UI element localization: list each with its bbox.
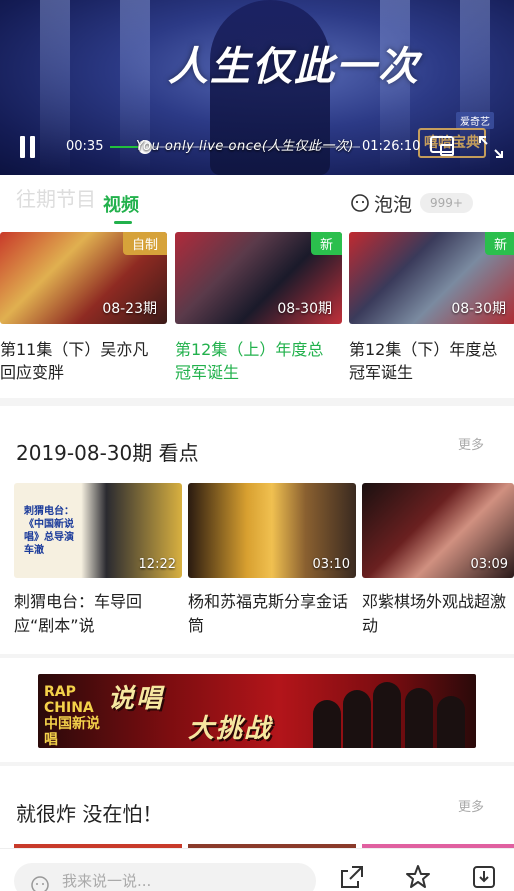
- more-link[interactable]: 更多: [458, 796, 484, 815]
- episode-tag: 新: [310, 232, 342, 255]
- section-divider: [0, 654, 514, 658]
- bottom-action-bar: [0, 848, 514, 891]
- current-time: 00:35: [66, 139, 104, 154]
- episode-tag: 自制: [122, 232, 167, 255]
- comment-input[interactable]: [14, 863, 316, 891]
- faded-header: 往期节目: [16, 187, 96, 211]
- clip-duration: 12:22: [138, 557, 176, 572]
- clip-duration: 03:09: [470, 557, 508, 572]
- episode-date: 08-30期: [451, 301, 506, 317]
- episode-title: 第12集（下）年度总冠军诞生: [349, 340, 498, 382]
- platform-badge: 爱奇艺: [456, 112, 494, 129]
- video-player[interactable]: 人生仅此一次 爱奇艺 嘻哈宝典 00:35 You only live once…: [0, 0, 514, 175]
- fullscreen-icon[interactable]: [476, 133, 506, 161]
- download-icon[interactable]: [470, 863, 498, 891]
- episode-thumbnail: 新 08-30期: [175, 232, 342, 324]
- total-time: 01:26:10: [362, 139, 421, 154]
- promo-banner[interactable]: RAP CHINA 中国新说唱 说唱 大挑战: [38, 674, 476, 748]
- smiley-icon: [351, 194, 369, 212]
- bubble-count-badge: 999+: [420, 193, 473, 213]
- section-divider: [0, 762, 514, 766]
- clip-title: 刺猬电台：车导回应“剧本”说: [14, 592, 143, 635]
- star-icon[interactable]: [404, 863, 432, 891]
- clip-card[interactable]: 03:09 邓紫棋场外观战超激动: [362, 483, 514, 638]
- video-title-art: 人生仅此一次: [168, 43, 420, 90]
- episode-date: 08-30期: [277, 301, 332, 317]
- section-divider: [0, 398, 514, 406]
- clip-title: 邓紫棋场外观战超激动: [362, 592, 507, 635]
- episode-card[interactable]: 新 08-30期 第12集（下）年度总冠军诞生: [349, 232, 514, 384]
- episode-thumbnail: 自制 08-23期: [0, 232, 167, 324]
- episode-card[interactable]: 新 08-30期 第12集（上）年度总冠军诞生: [175, 232, 342, 384]
- episode-date: 08-23期: [102, 301, 157, 317]
- clip-duration: 03:10: [312, 557, 350, 572]
- clip-thumbnail: 刺猬电台：《中国新说唱》总导演车澈 12:22: [14, 483, 182, 578]
- clip-card[interactable]: 刺猬电台：《中国新说唱》总导演车澈 12:22 刺猬电台：车导回应“剧本”说: [14, 483, 182, 638]
- clip-overlay-text: 刺猬电台：《中国新说唱》总导演车澈: [24, 506, 74, 556]
- banner-artists: [313, 680, 473, 748]
- section-title: 2019-08-30期 看点: [16, 441, 199, 465]
- pause-icon[interactable]: [18, 136, 38, 158]
- episode-title: 第11集（下）吴亦凡回应变胖: [0, 340, 149, 382]
- banner-logo-text: RAP CHINA 中国新说唱: [44, 684, 100, 748]
- clip-card[interactable]: 03:10 杨和苏福克斯分享金话筒: [188, 483, 356, 638]
- section-title: 就很炸 没在怕！: [16, 802, 163, 826]
- share-icon[interactable]: [338, 863, 366, 891]
- tab-video[interactable]: 视频: [103, 191, 139, 217]
- video-subtitle: You only live once(人生仅此一次): [136, 139, 354, 154]
- smiley-icon: [31, 876, 49, 891]
- clip-thumbnail: 03:10: [188, 483, 356, 578]
- cast-icon[interactable]: [428, 133, 458, 161]
- tab-bubble[interactable]: 泡泡 999+: [350, 189, 473, 217]
- banner-headline: 说唱: [108, 684, 165, 714]
- tab-bubble-label: 泡泡: [374, 193, 413, 216]
- episode-title: 第12集（上）年度总冠军诞生: [175, 340, 324, 382]
- episode-list: 自制 08-23期 第11集（下）吴亦凡回应变胖 新 08-30期 第12集（上…: [0, 232, 514, 392]
- more-link[interactable]: 更多: [458, 434, 484, 453]
- content-tabs: 往期节目 视频 泡泡 999+: [0, 175, 514, 230]
- clip-thumbnail: 03:09: [362, 483, 514, 578]
- banner-subheadline: 大挑战: [188, 714, 273, 744]
- episode-thumbnail: 新 08-30期: [349, 232, 514, 324]
- tab-active-indicator: [114, 221, 132, 224]
- episode-tag: 新: [484, 232, 514, 255]
- episode-card[interactable]: 自制 08-23期 第11集（下）吴亦凡回应变胖: [0, 232, 167, 384]
- clip-title: 杨和苏福克斯分享金话筒: [188, 592, 349, 635]
